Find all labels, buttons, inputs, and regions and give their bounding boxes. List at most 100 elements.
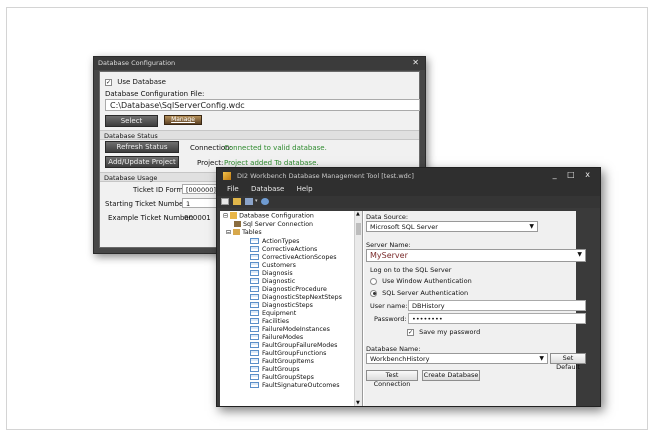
table-label: CorrectiveActions	[262, 246, 318, 253]
auth-windows-radio[interactable]	[370, 277, 377, 285]
scroll-down-icon[interactable]: ▼	[356, 400, 360, 406]
tree-table-item[interactable]: FaultGroupItems	[250, 358, 314, 366]
table-label: DiagnosticSteps	[262, 302, 313, 309]
example-ticket-value: 000001	[184, 214, 211, 222]
scroll-up-icon[interactable]: ▲	[356, 211, 360, 217]
toolbar: ▾	[217, 196, 600, 208]
workbench-window: DI2 Workbench Database Management Tool […	[216, 167, 601, 407]
menu-bar: File Database Help	[217, 183, 600, 196]
tree-table-item[interactable]: CorrectiveActions	[250, 246, 317, 254]
data-source-label: Data Source:	[366, 213, 409, 221]
tree-table-item[interactable]: CorrectiveActionScopes	[250, 254, 337, 262]
table-icon	[250, 294, 259, 300]
table-label: FaultGroups	[262, 366, 300, 373]
tree-table-item[interactable]: Facilities	[250, 318, 289, 326]
connection-icon	[234, 221, 241, 227]
scroll-thumb[interactable]	[356, 223, 361, 235]
starting-ticket-label: Starting Ticket Number:	[105, 200, 189, 208]
table-icon	[250, 254, 259, 260]
table-icon	[250, 334, 259, 340]
table-icon	[250, 382, 259, 388]
tree-table-item[interactable]: Diagnostic	[250, 278, 295, 286]
data-source-select[interactable]: Microsoft SQL Server ▼	[366, 221, 538, 232]
tree-table-item[interactable]: FailureModes	[250, 334, 303, 342]
database-icon	[230, 212, 238, 219]
server-name-value: MyServer	[370, 251, 408, 260]
open-folder-icon[interactable]	[233, 198, 241, 205]
tree-table-item[interactable]: FailureModeInstances	[250, 326, 330, 334]
set-default-button[interactable]: Set Default	[550, 353, 586, 371]
save-icon[interactable]	[245, 198, 253, 205]
create-database-button[interactable]: Create Database	[422, 370, 480, 381]
table-label: FaultGroupItems	[262, 358, 314, 365]
tree-table-item[interactable]: DiagnosticStepNextSteps	[250, 294, 342, 302]
tree-scrollbar[interactable]: ▲ ▼	[354, 211, 362, 406]
auth-windows-option[interactable]: Use Window Authentication	[370, 277, 472, 285]
tree-view[interactable]: ⊟ Database Configuration Sql Server Conn…	[220, 211, 363, 406]
menu-help[interactable]: Help	[297, 185, 313, 193]
select-button[interactable]: Select	[105, 115, 158, 127]
tree-root[interactable]: ⊟ Database Configuration	[223, 212, 314, 220]
example-ticket-label: Example Ticket Number:	[108, 214, 194, 222]
new-file-icon[interactable]	[221, 198, 229, 205]
tree-table-item[interactable]: ActionTypes	[250, 238, 299, 246]
config-file-field[interactable]: C:\Database\SqlServerConfig.wdc	[105, 99, 420, 111]
tree-table-item[interactable]: FaultSignatureOutcomes	[250, 382, 340, 390]
project-status: Project added To database.	[224, 159, 319, 167]
tree-table-item[interactable]: FaultGroupFailureModes	[250, 342, 337, 350]
table-label: Customers	[262, 262, 296, 269]
tree-table-item[interactable]: Customers	[250, 262, 296, 270]
tree-table-item[interactable]: FaultGroupSteps	[250, 374, 314, 382]
close-icon[interactable]: ✕	[412, 58, 419, 67]
auth-sql-radio[interactable]	[370, 289, 377, 297]
table-icon	[250, 310, 259, 316]
dialog-title: Database Configuration	[98, 59, 176, 67]
chevron-down-icon: ▼	[577, 251, 582, 258]
tree-table-item[interactable]: DiagnosticSteps	[250, 302, 313, 310]
table-label: FaultGroupSteps	[262, 374, 314, 381]
test-connection-button[interactable]: Test Connection	[366, 370, 418, 388]
table-label: FaultGroupFunctions	[262, 350, 327, 357]
window-title: DI2 Workbench Database Management Tool […	[237, 172, 414, 180]
table-icon	[250, 270, 259, 276]
add-update-project-button[interactable]: Add/Update Project	[105, 156, 179, 168]
table-icon	[250, 350, 259, 356]
username-input[interactable]: DBHistory	[408, 300, 586, 311]
window-controls[interactable]: _ □ x	[553, 170, 594, 179]
save-password-row[interactable]: ✓ Save my password	[407, 328, 480, 336]
db-name-select[interactable]: WorkbenchHistory ▼	[366, 353, 548, 364]
table-label: Diagnostic	[262, 278, 296, 285]
table-icon	[250, 262, 259, 268]
table-icon	[250, 286, 259, 292]
tree-table-item[interactable]: FaultGroups	[250, 366, 300, 374]
app-logo-icon	[223, 172, 231, 180]
db-name-value: WorkbenchHistory	[370, 355, 430, 363]
table-icon	[250, 278, 259, 284]
table-label: DiagnosticProcedure	[262, 286, 327, 293]
menu-database[interactable]: Database	[251, 185, 284, 193]
table-label: CorrectiveActionScopes	[262, 254, 337, 261]
use-database-checkbox[interactable]: ✓	[105, 78, 112, 86]
server-name-label: Server Name:	[366, 241, 411, 249]
table-label: Facilities	[262, 318, 289, 325]
table-label: FailureModeInstances	[262, 326, 330, 333]
use-database-row[interactable]: ✓ Use Database	[105, 78, 166, 86]
chevron-down-icon: ▼	[539, 355, 544, 362]
dropdown-icon[interactable]: ▾	[255, 198, 259, 205]
table-icon	[250, 366, 259, 372]
tree-table-item[interactable]: DiagnosticProcedure	[250, 286, 327, 294]
save-password-checkbox[interactable]: ✓	[407, 328, 414, 336]
connect-icon[interactable]	[261, 198, 269, 205]
tree-table-item[interactable]: Diagnosis	[250, 270, 293, 278]
tree-tables[interactable]: ⊟ Tables	[226, 229, 262, 237]
refresh-status-button[interactable]: Refresh Status	[105, 141, 179, 153]
auth-sql-option[interactable]: SQL Server Authentication	[370, 289, 468, 297]
manage-button[interactable]: Manage	[164, 115, 202, 125]
password-input[interactable]: ••••••••	[408, 313, 586, 324]
server-name-select[interactable]: MyServer ▼	[366, 249, 586, 262]
config-file-label: Database Configuration File:	[105, 90, 205, 98]
tree-table-item[interactable]: FaultGroupFunctions	[250, 350, 326, 358]
tree-table-item[interactable]: Equipment	[250, 310, 296, 318]
tree-sql-connection[interactable]: Sql Server Connection	[234, 221, 313, 229]
menu-file[interactable]: File	[227, 185, 239, 193]
